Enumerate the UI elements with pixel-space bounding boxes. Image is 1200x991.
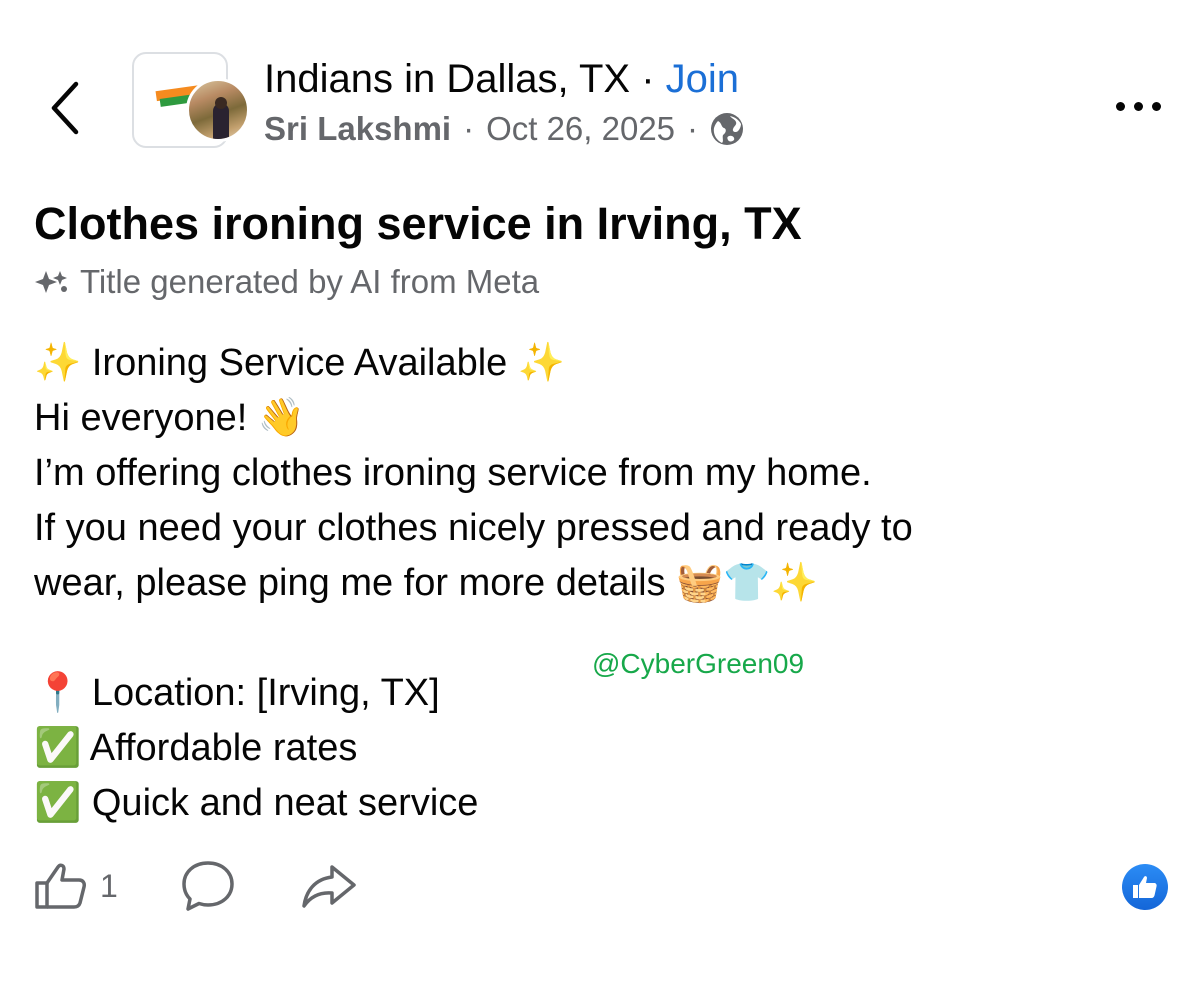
like-reaction-icon[interactable] [1122, 864, 1168, 910]
ai-sparkle-icon [35, 271, 67, 293]
more-dot [1151, 101, 1161, 111]
comment-icon [182, 861, 234, 911]
body-line: If you need your clothes nicely pressed … [34, 507, 913, 549]
body-line: ✨ Ironing Service Available ✨ [34, 342, 566, 384]
meta-dot-2: · [687, 110, 699, 147]
join-button[interactable]: Join [666, 57, 739, 101]
author-name[interactable]: Sri Lakshmi [264, 110, 451, 148]
post-title: Clothes ironing service in Irving, TX [34, 198, 802, 249]
comment-button[interactable] [180, 859, 236, 913]
post-body: ✨ Ironing Service Available ✨ Hi everyon… [34, 336, 1164, 831]
group-separator: · [630, 57, 666, 101]
thumbs-up-icon [1133, 876, 1157, 898]
body-line: Hi everyone! 👋 [34, 397, 306, 439]
group-name-link[interactable]: Indians in Dallas, TX [264, 57, 630, 101]
author-avatar[interactable] [186, 78, 250, 142]
group-line: Indians in Dallas, TX · Join [264, 56, 739, 102]
post-date[interactable]: Oct 26, 2025 [486, 110, 675, 148]
post-meta: Sri Lakshmi · Oct 26, 2025 · [264, 110, 744, 148]
globe-icon[interactable] [710, 112, 744, 146]
more-dot [1115, 101, 1125, 111]
body-line: ✅ Affordable rates [34, 727, 358, 769]
avatar-head [215, 97, 227, 109]
share-icon [302, 865, 356, 908]
thumbs-up-icon [35, 863, 86, 909]
share-button[interactable] [300, 861, 358, 911]
more-options-button[interactable] [1108, 94, 1168, 118]
watermark: @CyberGreen09 [592, 648, 805, 679]
body-line: wear, please ping me for more details 🧺👕… [34, 562, 819, 604]
more-dot [1133, 101, 1143, 111]
chevron-left-icon [51, 81, 79, 135]
post-actions: 1 [34, 856, 358, 916]
meta-dot: · [463, 110, 475, 147]
body-line: ✅ Quick and neat service [34, 782, 479, 824]
back-button[interactable] [40, 78, 90, 138]
ai-title-note: Title generated by AI from Meta [34, 262, 539, 302]
like-button[interactable]: 1 [34, 861, 118, 911]
body-line: I’m offering clothes ironing service fro… [34, 452, 872, 494]
like-count: 1 [100, 867, 118, 904]
ai-note-text: Title generated by AI from Meta [80, 263, 540, 300]
